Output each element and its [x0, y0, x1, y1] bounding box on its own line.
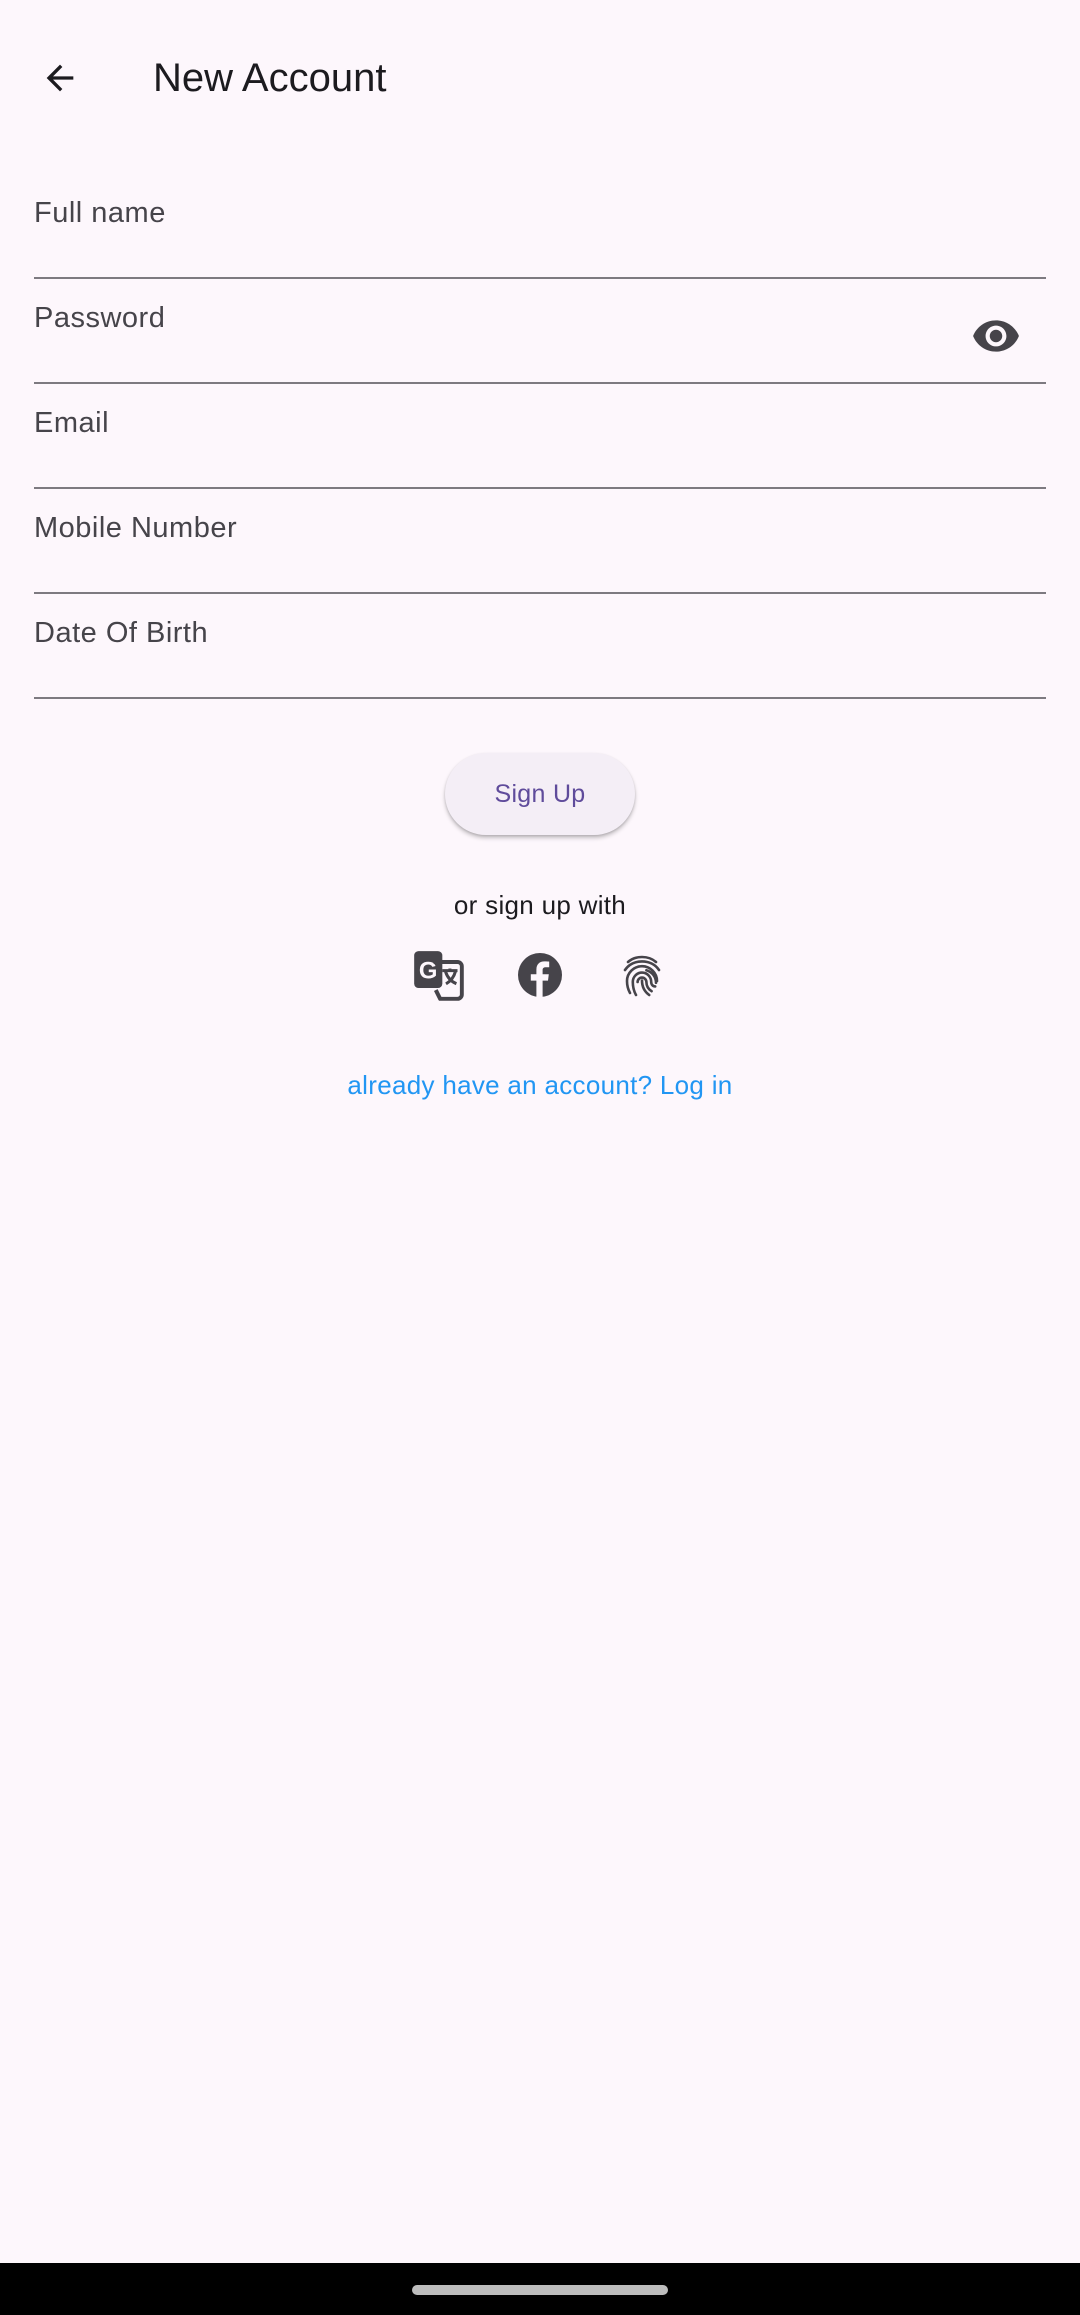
full-name-label: Full name [34, 197, 166, 229]
mobile-number-field[interactable]: Mobile Number [34, 490, 1046, 594]
google-signup-button[interactable]: G [411, 948, 465, 1002]
system-navigation-bar [0, 2263, 1080, 2315]
eye-icon [973, 320, 1019, 352]
app-bar: New Account [0, 0, 1080, 158]
email-label: Email [34, 407, 110, 439]
fingerprint-signup-button[interactable] [615, 948, 669, 1002]
home-indicator[interactable] [412, 2285, 668, 2295]
back-button[interactable] [20, 38, 100, 118]
password-visibility-toggle[interactable] [968, 308, 1024, 364]
mobile-number-label: Mobile Number [34, 512, 238, 544]
fingerprint-icon [623, 955, 661, 997]
sign-up-button[interactable]: Sign Up [445, 753, 635, 835]
password-label: Password [34, 302, 166, 334]
full-name-field[interactable]: Full name [34, 175, 1046, 279]
google-translate-icon: G [414, 951, 464, 1001]
arrow-back-icon [46, 64, 74, 92]
password-field[interactable]: Password [34, 280, 1046, 384]
date-of-birth-field[interactable]: Date Of Birth [34, 595, 1046, 699]
page-title: New Account [153, 56, 387, 100]
login-link[interactable]: already have an account? Log in [0, 1070, 1080, 1101]
social-signup-prompt: or sign up with [453, 890, 627, 920]
facebook-icon [518, 953, 562, 997]
date-of-birth-label: Date Of Birth [34, 617, 209, 649]
facebook-signup-button[interactable] [513, 948, 567, 1002]
email-field[interactable]: Email [34, 385, 1046, 489]
